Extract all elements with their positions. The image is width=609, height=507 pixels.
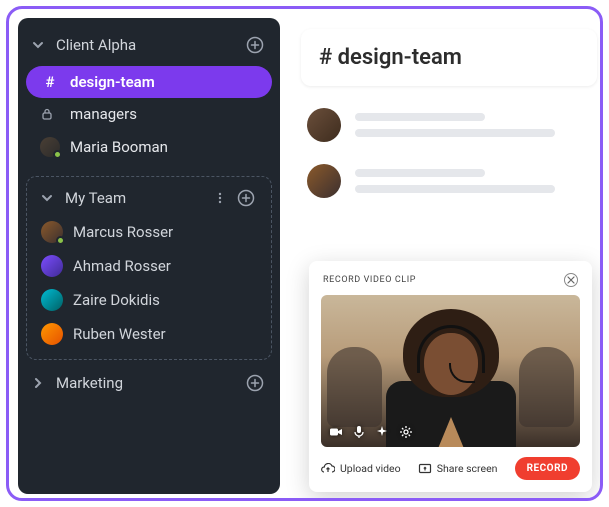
placeholder-line xyxy=(355,129,555,137)
member-item[interactable]: Zaire Dokidis xyxy=(27,283,271,317)
app-frame: Client Alpha # design-team managers Mari… xyxy=(6,6,603,501)
record-label: RECORD xyxy=(527,463,568,474)
record-button[interactable]: RECORD xyxy=(515,457,580,480)
share-screen-button[interactable]: Share screen xyxy=(418,462,498,475)
channel-label: managers xyxy=(70,105,258,123)
member-label: Ahmad Rosser xyxy=(73,257,171,275)
hash-icon: # xyxy=(40,73,60,91)
presence-dot xyxy=(56,236,65,245)
gear-icon[interactable] xyxy=(399,425,413,439)
channel-name: design-team xyxy=(338,45,462,70)
section-title: Marketing xyxy=(56,374,246,392)
avatar xyxy=(40,137,60,157)
chevron-down-icon xyxy=(41,192,57,204)
placeholder-lines xyxy=(355,113,597,137)
main-panel: # design-team xyxy=(301,29,597,198)
sparkle-icon[interactable] xyxy=(375,425,389,439)
dm-maria-booman[interactable]: Maria Booman xyxy=(26,130,272,164)
section-title: Client Alpha xyxy=(56,36,246,54)
hash-icon: # xyxy=(319,45,332,70)
section-header-my-team[interactable]: My Team xyxy=(27,181,271,215)
channel-design-team[interactable]: # design-team xyxy=(26,66,272,98)
recorder-title: RECORD VIDEO CLIP xyxy=(323,275,416,285)
message-placeholder xyxy=(301,108,597,142)
channel-title-card: # design-team xyxy=(301,29,597,86)
close-icon[interactable] xyxy=(564,273,578,287)
member-item[interactable]: Ahmad Rosser xyxy=(27,249,271,283)
camera-icon[interactable] xyxy=(329,425,343,439)
mic-icon[interactable] xyxy=(353,425,365,439)
lock-icon xyxy=(40,107,60,121)
sidebar: Client Alpha # design-team managers Mari… xyxy=(18,18,280,494)
avatar xyxy=(307,164,341,198)
channel-list: # design-team managers Maria Booman xyxy=(18,62,280,174)
avatar xyxy=(41,289,63,311)
member-item[interactable]: Marcus Rosser xyxy=(27,215,271,249)
add-icon[interactable] xyxy=(246,36,266,54)
avatar xyxy=(41,323,63,345)
chevron-down-icon xyxy=(32,39,48,51)
section-header-marketing[interactable]: Marketing xyxy=(18,366,280,400)
upload-label: Upload video xyxy=(340,462,401,475)
placeholder-line xyxy=(355,169,485,177)
placeholder-line xyxy=(355,113,485,121)
avatar xyxy=(307,108,341,142)
dm-label: Maria Booman xyxy=(70,138,258,156)
presence-dot xyxy=(53,150,62,159)
share-label: Share screen xyxy=(437,462,498,475)
member-item[interactable]: Ruben Wester xyxy=(27,317,271,351)
placeholder-lines xyxy=(355,169,597,193)
member-label: Marcus Rosser xyxy=(73,223,173,241)
member-label: Zaire Dokidis xyxy=(73,291,160,309)
channel-label: design-team xyxy=(70,73,258,91)
add-icon[interactable] xyxy=(246,374,266,392)
video-controls xyxy=(329,425,413,439)
section-title: My Team xyxy=(65,189,213,207)
upload-icon xyxy=(321,463,335,475)
recorder-footer: Upload video Share screen RECORD xyxy=(321,457,580,480)
add-icon[interactable] xyxy=(237,189,257,207)
video-recorder-panel: RECORD VIDEO CLIP xyxy=(309,261,592,492)
placeholder-line xyxy=(355,185,555,193)
section-header-client-alpha[interactable]: Client Alpha xyxy=(18,28,280,62)
avatar xyxy=(41,221,63,243)
more-icon[interactable] xyxy=(213,191,233,205)
section-my-team: My Team Marcus Rosser Ahmad Rosser Zaire… xyxy=(26,176,272,360)
recorder-header: RECORD VIDEO CLIP xyxy=(321,271,580,295)
screen-icon xyxy=(418,463,432,475)
upload-video-button[interactable]: Upload video xyxy=(321,462,401,475)
member-label: Ruben Wester xyxy=(73,325,166,343)
channel-managers[interactable]: managers xyxy=(26,98,272,130)
message-placeholder xyxy=(301,164,597,198)
chevron-right-icon xyxy=(32,377,48,389)
avatar xyxy=(41,255,63,277)
video-preview xyxy=(321,295,580,447)
